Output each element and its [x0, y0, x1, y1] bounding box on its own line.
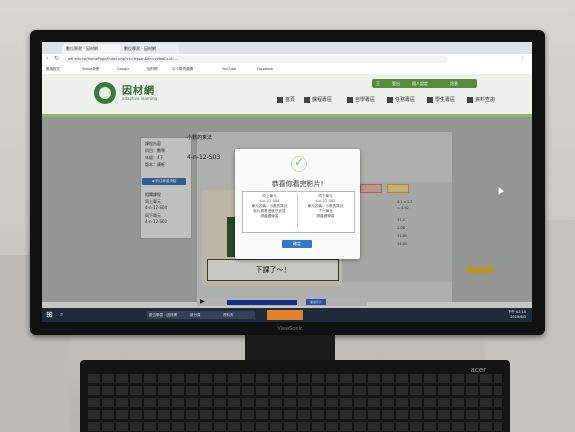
- dialog-text: 請繼續練習: [260, 214, 279, 218]
- logo-title[interactable]: 因材網: [122, 82, 155, 97]
- nav-query[interactable]: 資料查詢: [467, 96, 495, 103]
- check-icon: ✓: [294, 155, 305, 169]
- browser-tab[interactable]: 數位學習 - 因材網: [62, 44, 121, 54]
- bookmark-item[interactable]: 因材網: [147, 66, 158, 73]
- dialog-right-col: 同下單元 4-n-12-S02 單元名稱：小數的乘法 下一單元 請繼續學習: [299, 194, 352, 219]
- messages-link[interactable]: 訊息: [450, 79, 458, 88]
- keyboard: acer: [80, 360, 510, 432]
- bookmark-item[interactable]: Facebook: [257, 66, 273, 73]
- logo-subtitle: adaptive learning: [122, 96, 158, 101]
- screen: 數位學習 - 因材網 數位學習 - 因材網 ‹ ↻ adl.edu.tw/Hom…: [42, 42, 532, 322]
- taskbar-clock[interactable]: 下午 02:15 2019/6/3: [508, 310, 526, 320]
- dialog-title: 恭喜你看完影片!: [271, 180, 324, 188]
- keyboard-brand: acer: [470, 366, 486, 374]
- dialog-text: 請繼續學習: [316, 214, 335, 218]
- bookmark-item[interactable]: 中小學資源網: [172, 66, 193, 73]
- settings-link[interactable]: 個人設定: [412, 79, 428, 88]
- people-icon: [304, 96, 310, 103]
- student-icon: [427, 96, 433, 103]
- taskbar-active-app[interactable]: [267, 310, 303, 320]
- taskbar: ⊞ ⌕ 數位學習 - 因材網 新分頁 資料夾 下午 02:15 2019/6/3: [42, 308, 532, 322]
- nav-courses[interactable]: 課程專區: [304, 96, 332, 103]
- taskbar-item[interactable]: 新分頁: [188, 311, 222, 319]
- dialog-left-col: 同上單元 4-n-12-S04 單元名稱：小數的乘法 影片觀看進度已完成 請繼續…: [243, 194, 296, 219]
- nav-students[interactable]: 學生專區: [427, 96, 455, 103]
- user-bar: 王 登出 個人設定 訊息: [372, 79, 477, 88]
- url-field[interactable]: adl.edu.tw/HomePage/index.php?cs=lesson&…: [64, 56, 448, 63]
- logout-link[interactable]: 登出: [392, 79, 400, 88]
- monitor-brand: ViewSonic: [277, 326, 303, 332]
- reload-icon[interactable]: ↻: [54, 55, 59, 62]
- home-icon: [277, 96, 283, 103]
- site-header: 因材網 adaptive learning 王 登出 個人設定 訊息 首頁 課程…: [42, 74, 532, 114]
- tab-bar: 數位學習 - 因材網 數位學習 - 因材網: [42, 42, 532, 54]
- ok-button[interactable]: 確定: [282, 240, 312, 248]
- bookmark-item[interactable]: YouTube: [222, 66, 236, 73]
- nav-home[interactable]: 首頁: [277, 96, 295, 103]
- windows-start-icon[interactable]: ⊞: [46, 310, 53, 319]
- nav-tasks[interactable]: 任務專區: [387, 96, 415, 103]
- search-icon[interactable]: ⌕: [60, 311, 63, 319]
- menu-icon[interactable]: ⋮: [520, 55, 526, 62]
- dialog-divider: [297, 194, 298, 228]
- taskbar-item[interactable]: 數位學習 - 因材網: [147, 311, 189, 319]
- search-icon: [467, 96, 473, 103]
- book-icon: [347, 96, 353, 103]
- back-icon[interactable]: ‹: [46, 55, 48, 62]
- bookmark-item[interactable]: 應用程式: [46, 66, 60, 73]
- logo-inner: [99, 87, 111, 99]
- nav-self-study[interactable]: 自學專區: [347, 96, 375, 103]
- task-icon: [387, 96, 393, 103]
- taskbar-item[interactable]: 資料夾: [221, 311, 255, 319]
- bookmark-item[interactable]: Yahoo奇摩: [82, 66, 99, 73]
- bookmark-item[interactable]: Google: [117, 66, 129, 73]
- user-name: 王: [376, 81, 380, 86]
- browser-tab[interactable]: 數位學習 - 因材網: [120, 44, 179, 54]
